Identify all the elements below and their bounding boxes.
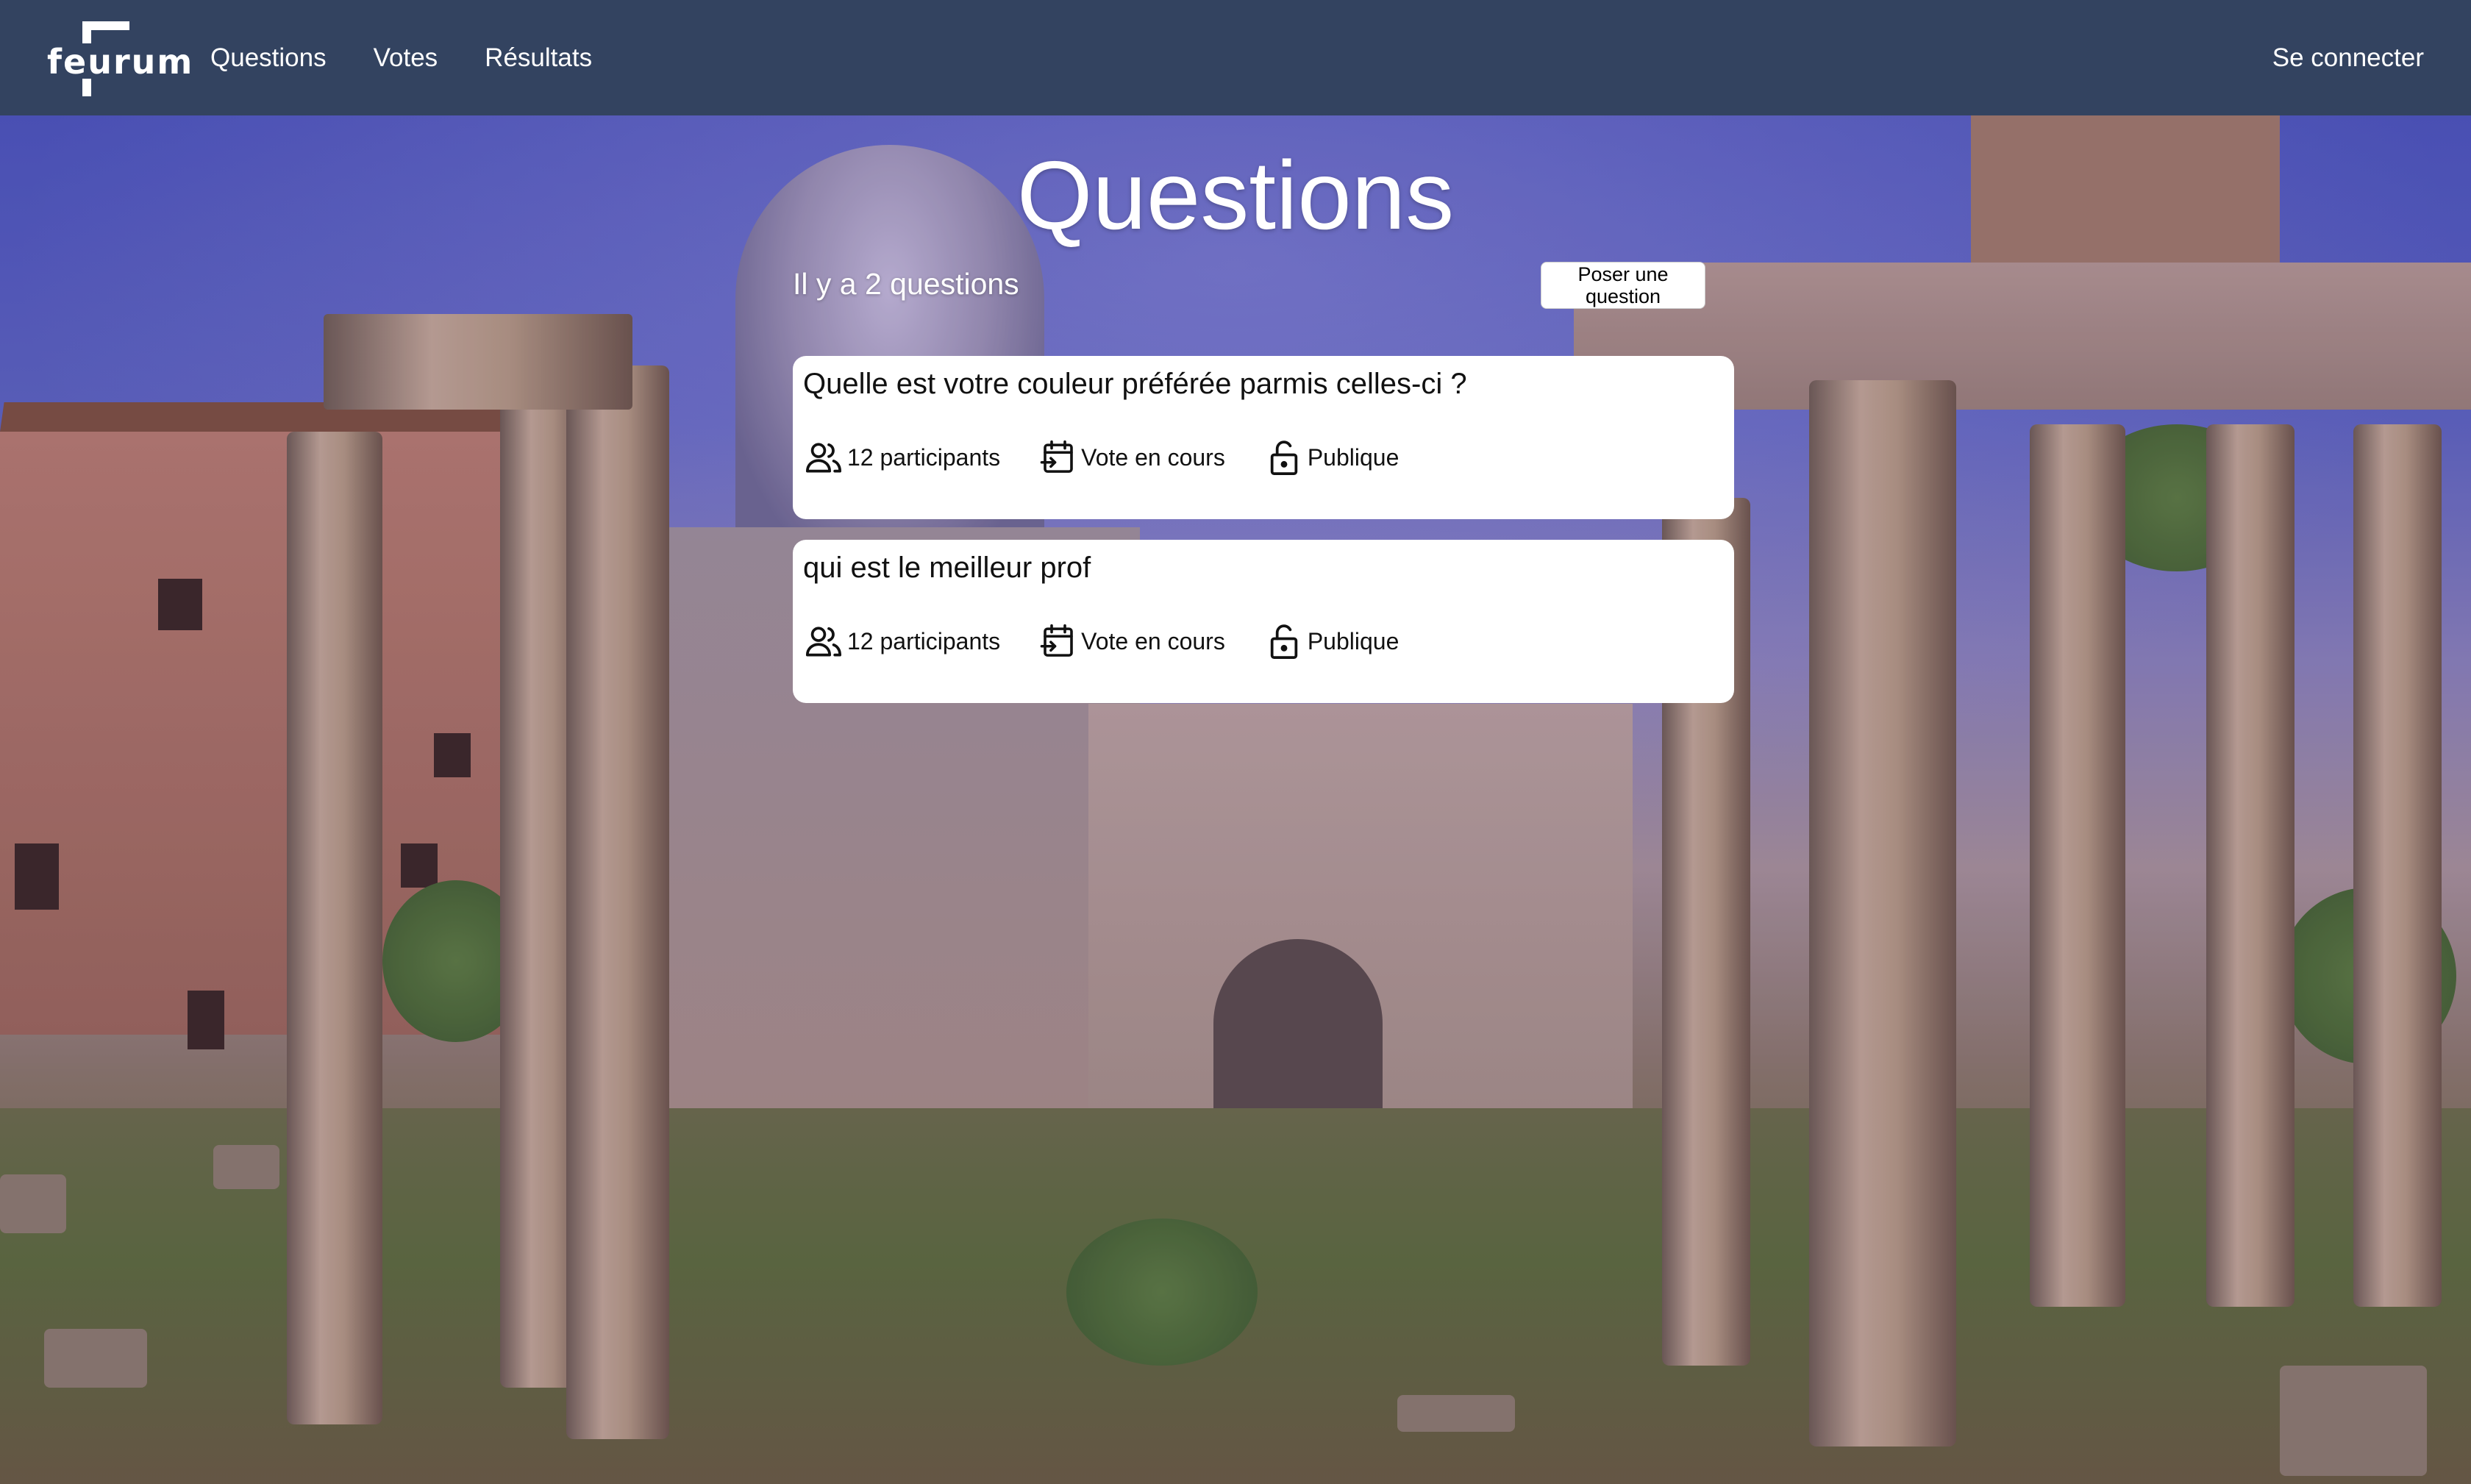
visibility-label: Publique (1307, 443, 1399, 471)
vote-status-label: Vote en cours (1081, 443, 1225, 471)
feurum-logo[interactable]: feurum (47, 21, 194, 96)
unlock-icon (1270, 624, 1298, 660)
participants-info: 12 participants (803, 621, 1000, 662)
users-icon (805, 627, 842, 657)
users-icon (805, 443, 842, 473)
logo-text: feurum (47, 41, 194, 82)
calendar-arrow-icon (1040, 440, 1073, 473)
top-navbar: feurum Questions Votes Résultats Se conn… (0, 0, 2471, 115)
participants-count: 12 participants (847, 443, 1001, 471)
nav-link-questions[interactable]: Questions (210, 43, 327, 73)
background-image-roman-forum (0, 115, 2471, 1484)
vote-status: Vote en cours (1038, 438, 1225, 477)
visibility-label: Publique (1307, 627, 1399, 654)
calendar-arrow-icon (1040, 624, 1073, 657)
vote-status-label: Vote en cours (1081, 627, 1225, 654)
question-meta: 12 participants Vote en cours Publique (803, 437, 1437, 478)
nav-link-results[interactable]: Résultats (485, 43, 592, 73)
login-link[interactable]: Se connecter (2272, 43, 2424, 73)
vote-status: Vote en cours (1038, 621, 1225, 661)
question-card[interactable]: qui est le meilleur prof 12 participants… (793, 540, 1734, 703)
participants-info: 12 participants (803, 437, 1000, 478)
unlock-icon (1270, 440, 1298, 476)
page-title: Questions (1016, 141, 1455, 249)
question-title: Quelle est votre couleur préférée parmis… (803, 368, 1467, 400)
participants-count: 12 participants (847, 627, 1001, 654)
question-card[interactable]: Quelle est votre couleur préférée parmis… (793, 356, 1734, 519)
questions-count: Il y a 2 questions (793, 267, 1019, 301)
ask-question-button[interactable]: Poser une question (1541, 262, 1705, 309)
visibility-info: Publique (1263, 437, 1399, 478)
visibility-info: Publique (1263, 621, 1399, 662)
question-title: qui est le meilleur prof (803, 552, 1091, 584)
nav-link-votes[interactable]: Votes (374, 43, 438, 73)
question-meta: 12 participants Vote en cours Publique (803, 621, 1437, 662)
